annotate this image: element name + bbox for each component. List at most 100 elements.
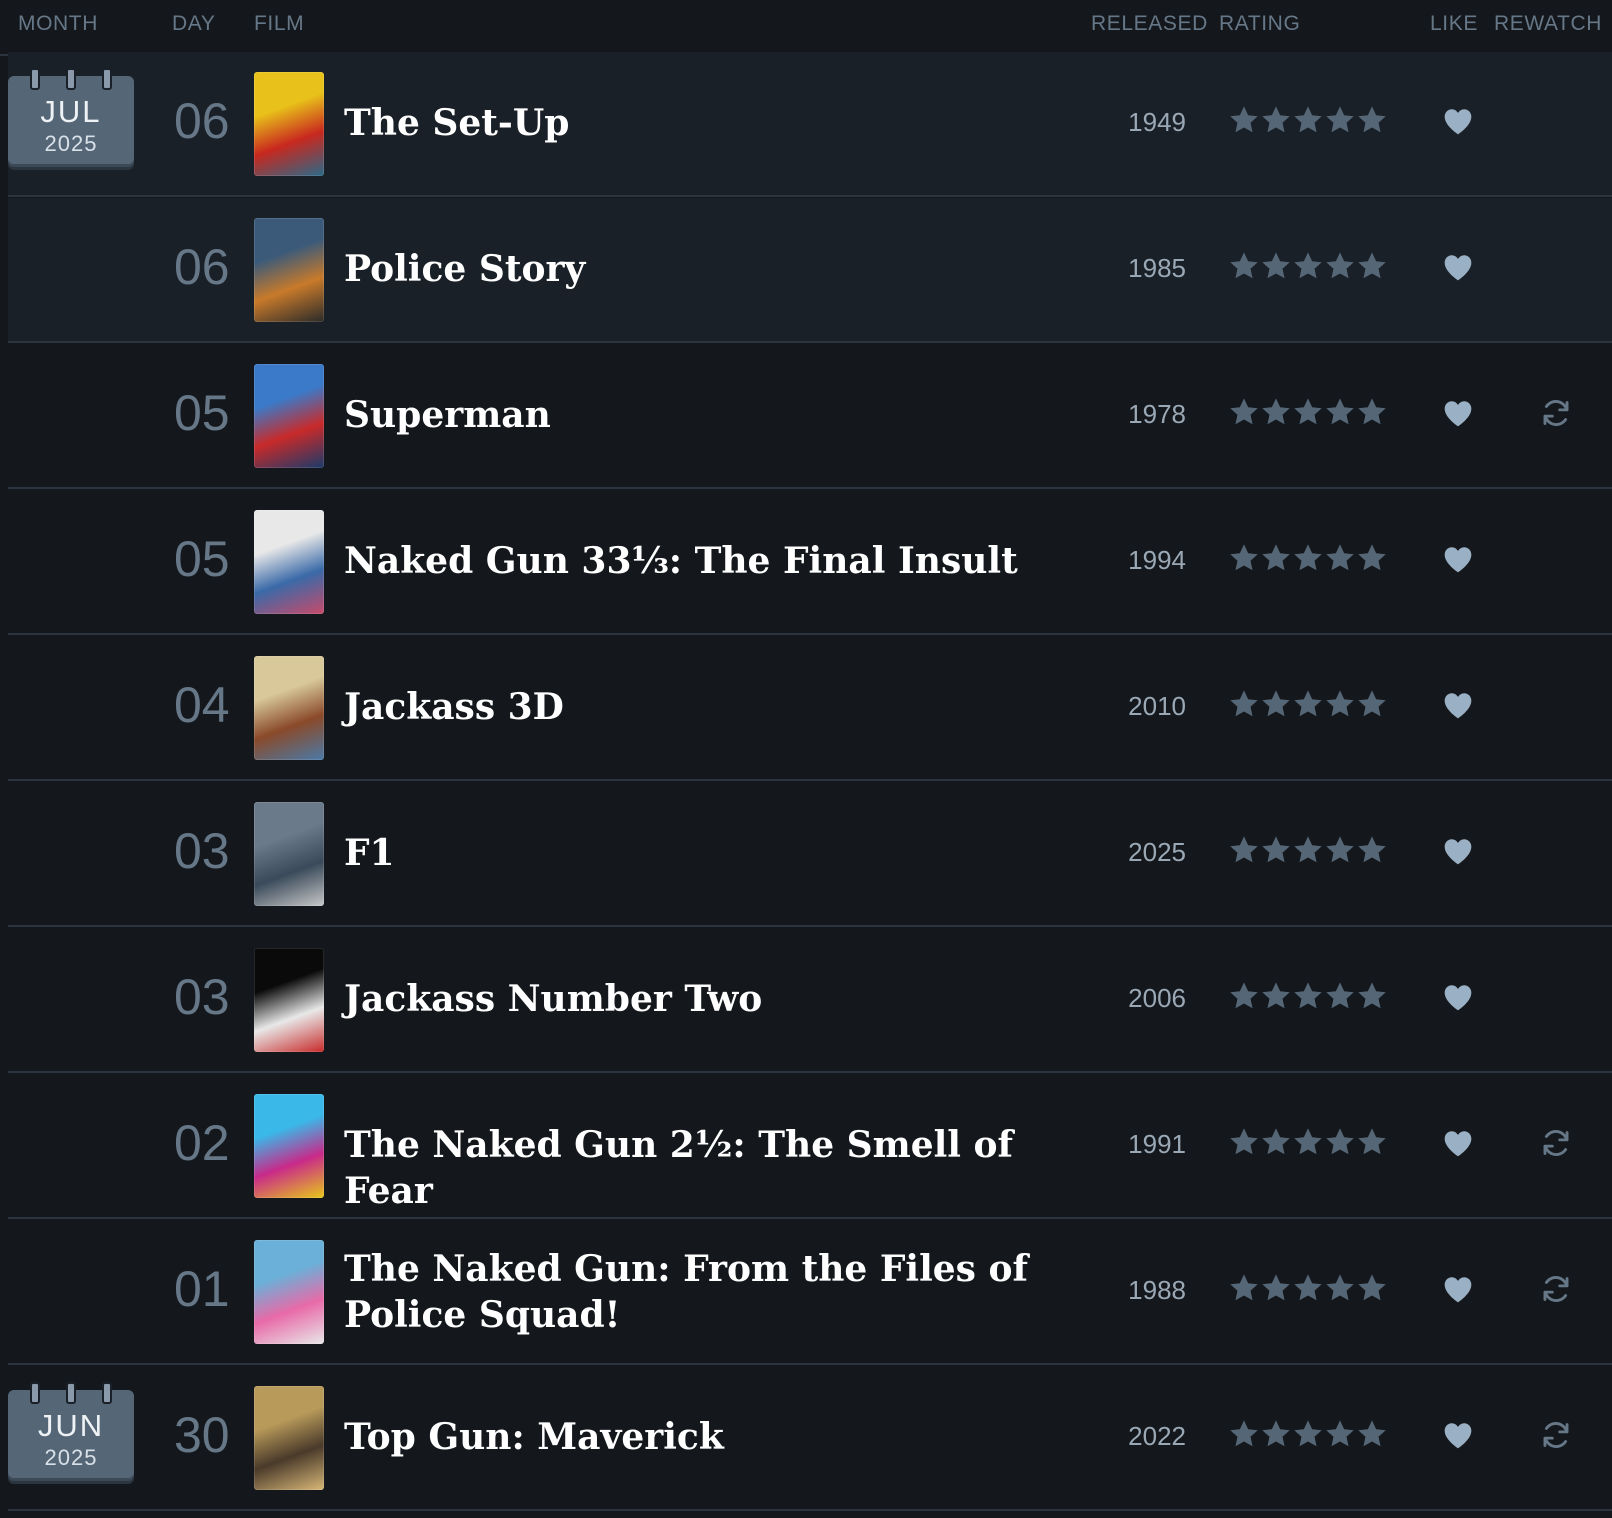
star-icon	[1294, 836, 1322, 863]
star-icon	[1294, 1274, 1322, 1301]
entry-day[interactable]: 06	[174, 238, 246, 296]
star-icon	[1358, 836, 1386, 863]
film-poster[interactable]	[254, 510, 324, 614]
calendar-month-badge[interactable]: JUL 2025	[8, 68, 134, 170]
star-icon	[1262, 836, 1290, 863]
film-poster[interactable]	[254, 802, 324, 906]
entry-day[interactable]: 05	[174, 530, 246, 588]
release-year[interactable]: 1985	[1106, 253, 1186, 284]
diary-entry-row[interactable]: 02 The Naked Gun 2½: The Smell of Fear 199…	[8, 1074, 1612, 1219]
diary-entry-row[interactable]: 01 The Naked Gun: From the Files of Polic…	[8, 1220, 1612, 1365]
star-rating	[1228, 104, 1388, 140]
star-icon	[1230, 982, 1258, 1009]
release-year[interactable]: 2025	[1106, 837, 1186, 868]
diary-entry-row[interactable]: 05 Superman 1978	[8, 344, 1612, 489]
film-title-link[interactable]: The Naked Gun: From the Files of Police …	[344, 1246, 1074, 1338]
film-poster[interactable]	[254, 72, 324, 176]
column-film: Film	[254, 12, 305, 35]
film-title-link[interactable]: Superman	[344, 392, 1074, 438]
star-icon	[1262, 690, 1290, 717]
film-title-link[interactable]: The Set-Up	[344, 100, 1074, 146]
calendar-ring-icon	[102, 1382, 112, 1404]
star-icon	[1326, 1420, 1354, 1447]
film-poster[interactable]	[254, 1386, 324, 1490]
entry-day[interactable]: 04	[174, 676, 246, 734]
star-icon	[1262, 982, 1290, 1009]
calendar-ring-icon	[30, 1382, 40, 1404]
heart-like-icon	[1444, 985, 1472, 1011]
heart-like-icon	[1444, 1131, 1472, 1157]
diary-entry-row[interactable]: JUN 2025 30 Top Gun: Maverick 2022	[8, 1366, 1612, 1511]
heart-like-icon	[1444, 547, 1472, 573]
star-icon	[1262, 1420, 1290, 1447]
release-year[interactable]: 2010	[1106, 691, 1186, 722]
film-title-link[interactable]: Jackass 3D	[344, 684, 1074, 730]
star-rating	[1228, 250, 1388, 286]
star-rating	[1228, 542, 1388, 578]
heart-like-icon	[1444, 1277, 1472, 1303]
film-title-link[interactable]: Naked Gun 33⅓: The Final Insult	[344, 538, 1074, 584]
release-year[interactable]: 1994	[1106, 545, 1186, 576]
heart-like-icon	[1444, 401, 1472, 427]
star-icon	[1358, 398, 1386, 425]
rewatch-icon	[1543, 1130, 1569, 1156]
film-poster[interactable]	[254, 364, 324, 468]
film-title-link[interactable]: The Naked Gun 2½: The Smell of Fear	[344, 1122, 1074, 1214]
star-icon	[1262, 544, 1290, 571]
star-icon	[1326, 836, 1354, 863]
star-icon	[1294, 982, 1322, 1009]
diary-entry-row[interactable]: JUL 2025 06 The Set-Up 1949	[8, 52, 1612, 197]
film-title-link[interactable]: Police Story	[344, 246, 1074, 292]
star-icon	[1294, 1128, 1322, 1155]
entry-day[interactable]: 30	[174, 1406, 246, 1464]
column-rewatch: Rewatch	[1494, 12, 1603, 35]
star-icon	[1230, 544, 1258, 571]
release-year[interactable]: 1988	[1106, 1275, 1186, 1306]
heart-like-icon	[1444, 839, 1472, 865]
release-year[interactable]: 1949	[1106, 107, 1186, 138]
diary-entry-row[interactable]: 05 Naked Gun 33⅓: The Final Insult 1994	[8, 490, 1612, 635]
diary-entry-row[interactable]: 03 Jackass Number Two 2006	[8, 928, 1612, 1073]
entry-day[interactable]: 01	[174, 1260, 246, 1318]
film-title-link[interactable]: F1	[344, 830, 1074, 876]
film-poster[interactable]	[254, 1240, 324, 1344]
column-month: Month	[18, 12, 98, 35]
film-poster[interactable]	[254, 218, 324, 322]
entry-day[interactable]: 05	[174, 384, 246, 442]
column-released[interactable]: Released	[1091, 12, 1208, 36]
film-diary: Month Day Film Released Rating Like Rewa…	[0, 0, 1612, 1518]
release-year[interactable]: 2022	[1106, 1421, 1186, 1452]
star-icon	[1230, 836, 1258, 863]
release-year[interactable]: 2006	[1106, 983, 1186, 1014]
rewatch-icon	[1543, 1422, 1569, 1448]
entry-day[interactable]: 06	[174, 92, 246, 150]
entry-day[interactable]: 02	[174, 1114, 246, 1172]
film-title-link[interactable]: Jackass Number Two	[344, 976, 1074, 1022]
diary-header: Month Day Film Released Rating Like Rewa…	[0, 0, 1612, 56]
column-day: Day	[172, 12, 216, 35]
film-poster[interactable]	[254, 948, 324, 1052]
diary-entry-row[interactable]: 04 Jackass 3D 2010	[8, 636, 1612, 781]
release-year[interactable]: 1978	[1106, 399, 1186, 430]
star-rating	[1228, 834, 1388, 870]
diary-entry-row[interactable]: 06 Police Story 1985	[8, 198, 1612, 343]
star-icon	[1326, 398, 1354, 425]
star-icon	[1358, 982, 1386, 1009]
release-year[interactable]: 1991	[1106, 1129, 1186, 1160]
star-icon	[1262, 106, 1290, 133]
diary-entry-row[interactable]: 03 F1 2025	[8, 782, 1612, 927]
calendar-month-badge[interactable]: JUN 2025	[8, 1382, 134, 1484]
star-rating	[1228, 688, 1388, 724]
star-icon	[1326, 106, 1354, 133]
film-poster[interactable]	[254, 1094, 324, 1198]
star-icon	[1230, 1128, 1258, 1155]
star-rating	[1228, 396, 1388, 432]
star-icon	[1358, 1274, 1386, 1301]
star-icon	[1262, 1128, 1290, 1155]
entry-day[interactable]: 03	[174, 968, 246, 1026]
entry-day[interactable]: 03	[174, 822, 246, 880]
calendar-ring-icon	[66, 68, 76, 90]
film-title-link[interactable]: Top Gun: Maverick	[344, 1414, 1074, 1460]
column-rating[interactable]: Rating	[1219, 12, 1300, 36]
film-poster[interactable]	[254, 656, 324, 760]
